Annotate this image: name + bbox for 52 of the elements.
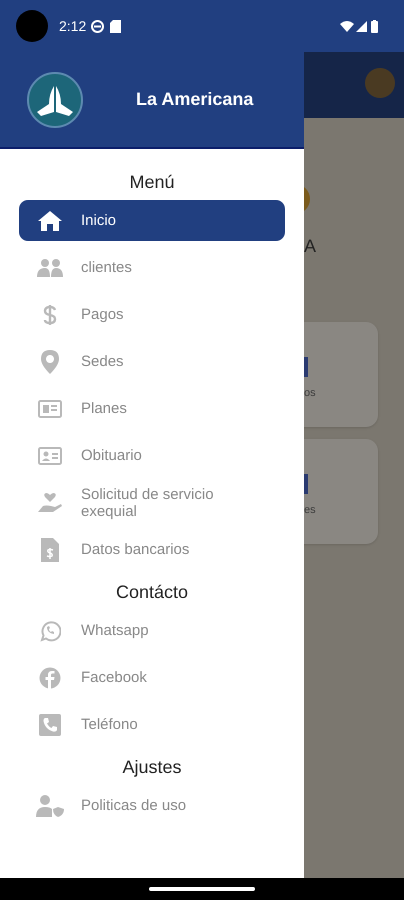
location-pin-icon — [41, 350, 59, 374]
document-dollar-icon — [41, 538, 59, 562]
section-heading: Contácto — [114, 581, 190, 604]
menu-label: Politicas de uso — [81, 797, 186, 814]
data-saver-icon — [91, 20, 104, 32]
hand-heart-icon — [37, 492, 63, 514]
menu-item[interactable]: Planes — [19, 388, 285, 429]
menu-item[interactable]: Obituario — [19, 435, 285, 476]
menu-label: Obituario — [81, 447, 142, 464]
id-card-icon — [38, 446, 62, 464]
wifi-icon — [340, 20, 354, 32]
menu-label: Inicio — [81, 212, 116, 229]
section-heading: Ajustes — [121, 756, 183, 779]
card-label: es — [304, 503, 316, 518]
status-time: 2:12 — [59, 16, 86, 36]
menu-label: Teléfono — [81, 716, 138, 733]
battery-icon — [371, 20, 378, 32]
menu-label: clientes — [81, 259, 132, 276]
profile-name: A — [304, 237, 316, 255]
menu-item[interactable]: Sedes — [19, 341, 285, 382]
chat-phone-icon — [39, 620, 61, 642]
facebook-icon — [39, 666, 61, 688]
menu-item[interactable]: Politicas de uso — [19, 785, 285, 826]
menu-label: Sedes — [81, 353, 124, 370]
user-shield-icon — [36, 794, 64, 816]
card-label: os — [304, 386, 316, 401]
menu-item[interactable]: Pagos — [19, 294, 285, 335]
camera-cutout — [16, 10, 48, 42]
dollar-icon — [43, 304, 57, 326]
phone-icon — [39, 714, 61, 736]
home-icon — [37, 210, 63, 232]
menu-item[interactable]: Solicitud de servicio exequial — [19, 482, 285, 523]
menu-item[interactable]: Inicio — [19, 200, 285, 241]
logo-icon — [27, 72, 83, 128]
home-gesture-bar[interactable] — [149, 887, 255, 891]
menu-label: Planes — [81, 400, 127, 417]
menu-label: Datos bancarios — [81, 541, 190, 558]
section-heading: Menú — [128, 171, 176, 194]
users-icon — [37, 258, 63, 276]
menu-item[interactable]: Facebook — [19, 657, 285, 698]
menu-label: Pagos — [81, 306, 124, 323]
signal-icon — [356, 20, 367, 32]
menu-item[interactable]: Teléfono — [19, 704, 285, 745]
menu-item[interactable]: Datos bancarios — [19, 529, 285, 570]
menu-item[interactable]: clientes — [19, 247, 285, 288]
sim-card-icon — [110, 20, 122, 32]
menu-label: Solicitud de servicio exequial — [81, 486, 215, 520]
avatar-icon[interactable] — [365, 68, 395, 98]
menu-label: Whatsapp — [81, 622, 149, 639]
menu-item[interactable]: Whatsapp — [19, 610, 285, 651]
menu-label: Facebook — [81, 669, 147, 686]
drawer-title: La Americana — [136, 88, 254, 111]
